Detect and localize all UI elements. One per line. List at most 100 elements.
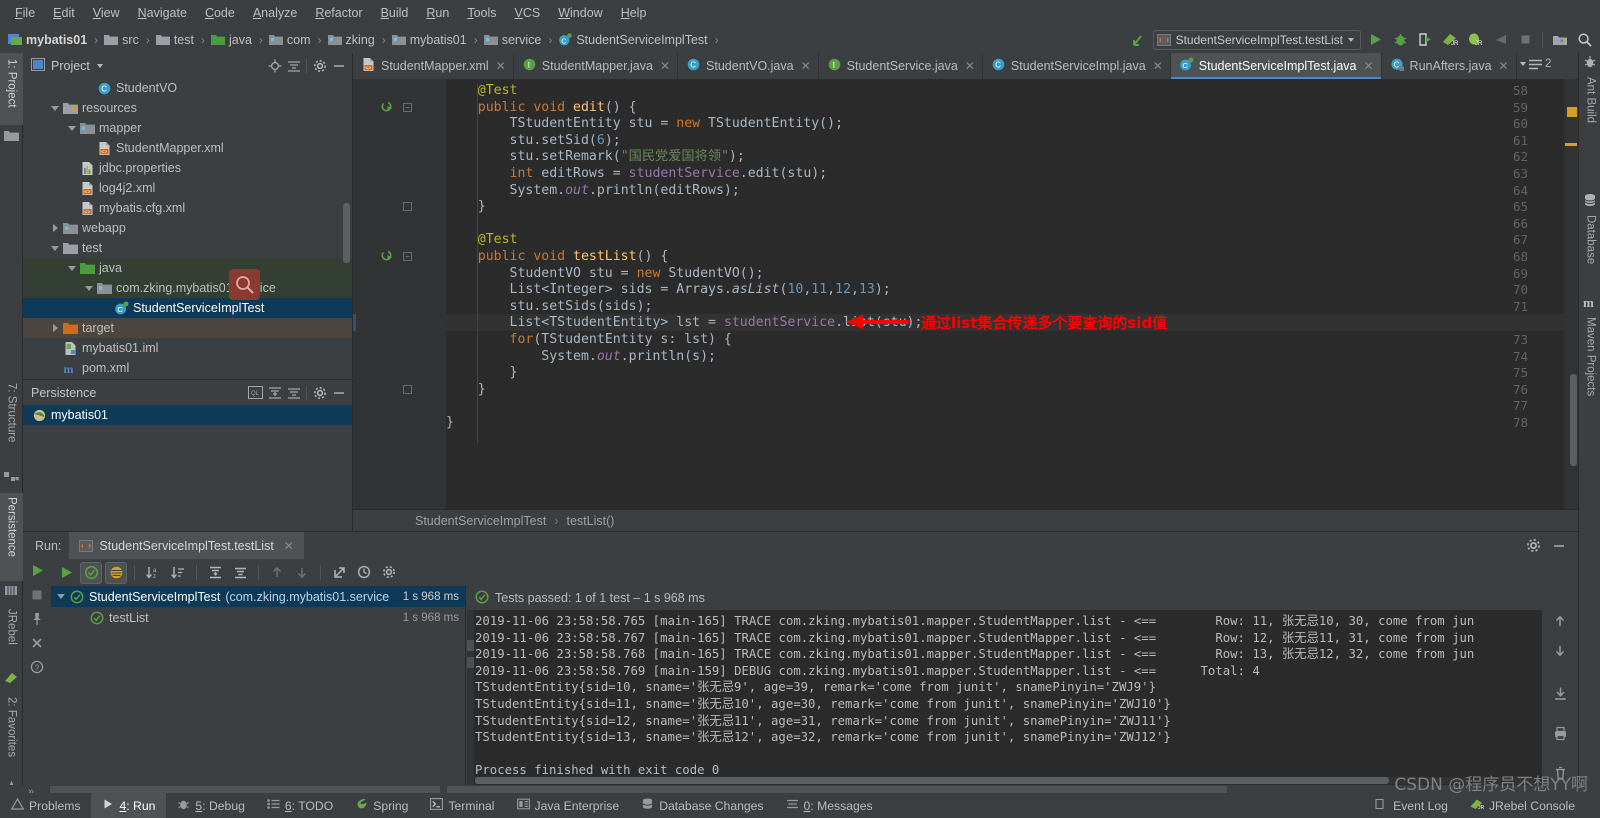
- close-icon[interactable]: ✕: [1499, 59, 1509, 73]
- debug-button[interactable]: [1389, 29, 1411, 51]
- editor-tab-studentserviceimpltest-java[interactable]: C StudentServiceImplTest.java ✕: [1170, 53, 1382, 79]
- project-tree-item[interactable]: webapp: [23, 218, 352, 238]
- tree-expander[interactable]: [82, 283, 96, 293]
- persistence-unit-item[interactable]: mybatis01: [23, 405, 352, 425]
- scroll-to-end-button[interactable]: [1553, 686, 1568, 704]
- close-icon[interactable]: ✕: [496, 59, 506, 73]
- expand-all-icon[interactable]: [265, 383, 284, 402]
- code-editor[interactable]: 5859−606162636465666768−6970717273747576…: [353, 79, 1578, 531]
- project-tree-item[interactable]: com.zking.mybatis01.service: [23, 278, 352, 298]
- gear-icon[interactable]: [310, 383, 329, 402]
- sort-alphabetically-button[interactable]: az: [142, 562, 164, 584]
- code-text[interactable]: @Test public void edit() { TStudentEntit…: [353, 79, 1578, 531]
- tree-expander[interactable]: [48, 103, 62, 113]
- breadcrumb-item-mybatis01[interactable]: mybatis01: [8, 33, 87, 47]
- collapse-all-icon[interactable]: [284, 56, 303, 75]
- console-output[interactable]: 2019-11-06 23:58:58.765 [main-165] TRACE…: [467, 610, 1578, 785]
- breadcrumb-item-test[interactable]: test: [155, 33, 194, 47]
- close-icon[interactable]: ✕: [660, 59, 670, 73]
- project-tree-item[interactable]: C StudentVO: [23, 78, 352, 98]
- minimize-icon[interactable]: [329, 383, 348, 402]
- inspection-widget[interactable]: 2: [1520, 58, 1551, 70]
- tree-expander[interactable]: [48, 222, 62, 234]
- menu-item-file[interactable]: File: [6, 3, 44, 23]
- sidebar-item-project[interactable]: 1: Project: [0, 53, 23, 125]
- rerun-side-button[interactable]: [30, 563, 45, 581]
- console-hscrollbar-outer[interactable]: [447, 786, 1227, 793]
- tree-expander[interactable]: [65, 263, 79, 273]
- fold-collapse-icon[interactable]: −: [403, 252, 412, 261]
- close-icon[interactable]: ✕: [965, 59, 975, 73]
- run-configuration-selector[interactable]: StudentServiceImplTest.testList: [1152, 29, 1361, 50]
- status-bar-item-4-run[interactable]: 4: Run: [91, 793, 167, 818]
- status-bar-item-java-enterprise[interactable]: Java Enterprise: [506, 793, 631, 818]
- breadcrumb-item-src[interactable]: src: [104, 33, 139, 47]
- scroll-up-button[interactable]: [1553, 614, 1567, 631]
- sql-console-icon[interactable]: QL: [246, 383, 265, 402]
- menu-item-code[interactable]: Code: [196, 3, 244, 23]
- collapse-all-button[interactable]: [229, 562, 251, 584]
- print-button[interactable]: [1553, 726, 1568, 744]
- project-tree-item[interactable]: resources: [23, 98, 352, 118]
- jrebel-run-button[interactable]: JR: [1439, 29, 1461, 51]
- menu-item-help[interactable]: Help: [612, 3, 656, 23]
- status-bar-item-0-messages[interactable]: 0: Messages: [775, 793, 884, 818]
- show-passed-toggle[interactable]: [80, 561, 102, 584]
- testtree-hscrollbar[interactable]: [50, 786, 440, 793]
- sidebar-item-persistence[interactable]: Persistence: [0, 493, 23, 581]
- tree-expander[interactable]: [48, 322, 62, 334]
- fold-collapse-icon[interactable]: −: [403, 102, 412, 112]
- status-bar-item-5-debug[interactable]: 5: Debug: [166, 793, 255, 818]
- close-tab-button[interactable]: [30, 636, 44, 653]
- sidebar-item-structure[interactable]: 7: Structure: [0, 379, 23, 467]
- status-bar-item-database-changes[interactable]: Database Changes: [630, 793, 774, 818]
- breadcrumb-item-java[interactable]: java: [210, 33, 252, 47]
- locate-icon[interactable]: [265, 56, 284, 75]
- console-hscrollbar[interactable]: [475, 777, 1538, 784]
- show-ignored-toggle[interactable]: [105, 561, 127, 584]
- search-everywhere-button[interactable]: [1574, 29, 1596, 51]
- project-tree-item[interactable]: java: [23, 258, 352, 278]
- tool-window-database[interactable]: Database: [1579, 211, 1600, 281]
- project-tree-item[interactable]: <> log4j2.xml: [23, 178, 352, 198]
- menu-item-build[interactable]: Build: [372, 3, 418, 23]
- project-tree-item[interactable]: jdbc.properties: [23, 158, 352, 178]
- close-icon[interactable]: ✕: [284, 539, 294, 553]
- menu-item-run[interactable]: Run: [417, 3, 458, 23]
- project-tree-item[interactable]: mapper: [23, 118, 352, 138]
- editor-scrollbar-thumb[interactable]: [1570, 374, 1577, 466]
- project-tree-item[interactable]: m pom.xml: [23, 358, 352, 378]
- project-tree-item[interactable]: <> mybatis.cfg.xml: [23, 198, 352, 218]
- menu-item-refactor[interactable]: Refactor: [306, 3, 371, 23]
- project-structure-button[interactable]: [1549, 29, 1571, 51]
- breadcrumb-item-zking[interactable]: zking: [327, 33, 375, 47]
- test-results-tree[interactable]: StudentServiceImplTest (com.zking.mybatis…: [51, 586, 466, 785]
- fold-end-icon[interactable]: [403, 384, 412, 394]
- tree-expander[interactable]: [48, 243, 62, 253]
- project-tree[interactable]: C StudentVO resources mapper <> StudentMapper…: [23, 78, 352, 378]
- scroll-down-button[interactable]: [1553, 643, 1567, 660]
- editor-tab-studentmapper-java[interactable]: I StudentMapper.java ✕: [514, 53, 679, 79]
- editor-breadcrumb[interactable]: StudentServiceImplTest › testList(): [353, 509, 1578, 531]
- menu-item-vcs[interactable]: VCS: [506, 3, 550, 23]
- minimize-icon[interactable]: [1549, 536, 1568, 555]
- run-gutter-icon[interactable]: [381, 101, 394, 117]
- status-bar-item-event-log[interactable]: Event Log: [1364, 793, 1459, 818]
- editor-gutter[interactable]: [353, 79, 446, 531]
- expand-all-button[interactable]: [204, 562, 226, 584]
- breadcrumb-item-studentserviceimpltest[interactable]: C StudentServiceImplTest: [558, 33, 708, 47]
- settings-button[interactable]: [378, 562, 400, 584]
- gear-icon[interactable]: [1524, 536, 1543, 555]
- test-tree-row[interactable]: StudentServiceImplTest (com.zking.mybatis…: [51, 586, 465, 607]
- close-icon[interactable]: ✕: [1153, 59, 1163, 73]
- project-tree-item[interactable]: target: [23, 318, 352, 338]
- editor-tab-studentmapper-xml[interactable]: <> StudentMapper.xml ✕: [353, 53, 514, 79]
- breadcrumb-item-com[interactable]: com: [268, 33, 311, 47]
- project-tree-item[interactable]: C StudentServiceImplTest: [23, 298, 352, 318]
- menu-item-tools[interactable]: Tools: [458, 3, 505, 23]
- menu-item-navigate[interactable]: Navigate: [129, 3, 196, 23]
- sidebar-item-jrebel[interactable]: JRebel: [0, 605, 23, 667]
- gear-icon[interactable]: [310, 56, 329, 75]
- editor-tab-runafters-java[interactable]: C RunAfters.java ✕: [1382, 53, 1517, 79]
- breadcrumb-class[interactable]: StudentServiceImplTest: [415, 514, 546, 528]
